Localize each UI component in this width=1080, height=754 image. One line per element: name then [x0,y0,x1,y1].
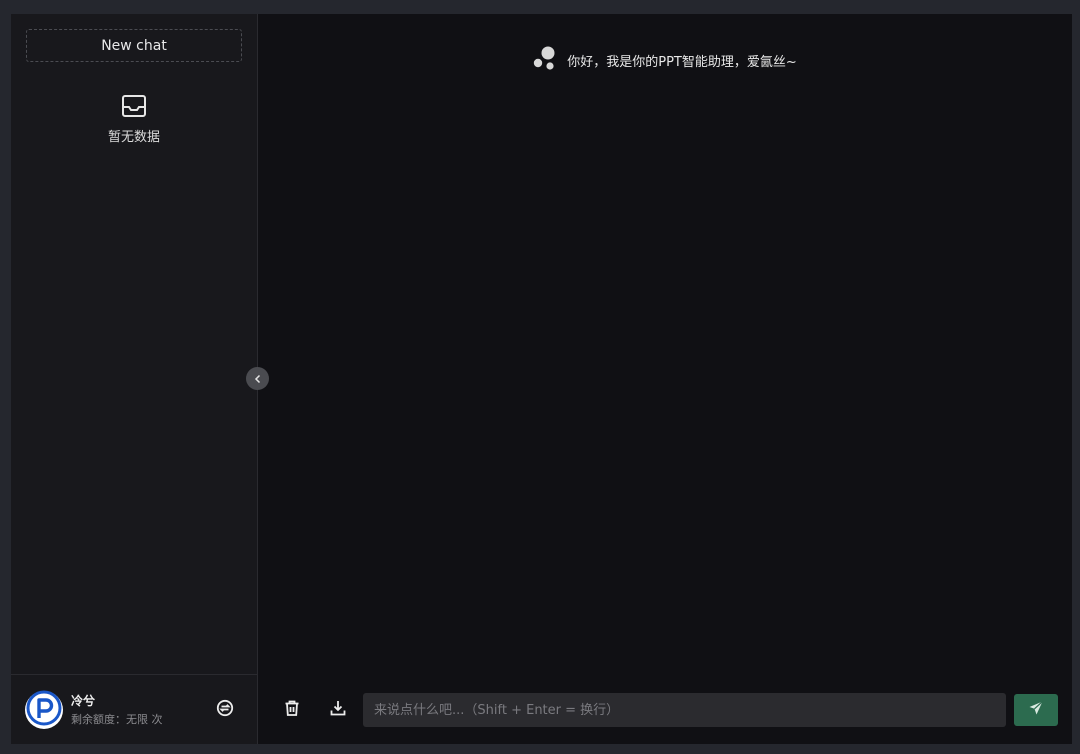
user-name: 冷兮 [71,694,96,708]
inbox-icon [121,94,147,118]
app-window: New chat 暂无数据 冷兮 剩余额度：无限 次 你好，我是你的PPT智能助… [11,14,1072,744]
assistant-dots-icon [533,45,557,75]
settings-button[interactable] [215,699,235,721]
trash-icon [283,699,301,721]
new-chat-button[interactable]: New chat [26,29,242,62]
user-info: 冷兮 剩余额度：无限 次 [71,692,163,727]
empty-state-text: 暂无数据 [107,130,160,145]
user-panel: 冷兮 剩余额度：无限 次 [11,674,257,744]
settings-icon [216,699,234,721]
greeting-text: 你好，我是你的PPT智能助理，爱氤丝~ [567,54,797,70]
collapse-sidebar-button[interactable] [246,367,269,390]
p-logo-icon [26,690,62,730]
send-icon [1028,700,1044,720]
chevron-left-icon [253,369,263,388]
user-quota: 剩余额度：无限 次 [71,713,163,726]
assistant-greeting: 你好，我是你的PPT智能助理，爱氤丝~ [258,45,1072,75]
input-bar [258,693,1072,727]
download-icon [329,699,347,721]
send-button[interactable] [1014,694,1058,726]
chat-input[interactable] [363,693,1006,727]
export-chat-button[interactable] [327,699,349,721]
avatar[interactable] [25,690,63,730]
chat-main: 你好，我是你的PPT智能助理，爱氤丝~ [258,14,1072,744]
clear-chat-button[interactable] [281,699,303,721]
sidebar: New chat 暂无数据 冷兮 剩余额度：无限 次 [11,14,258,744]
empty-state: 暂无数据 [11,94,257,145]
